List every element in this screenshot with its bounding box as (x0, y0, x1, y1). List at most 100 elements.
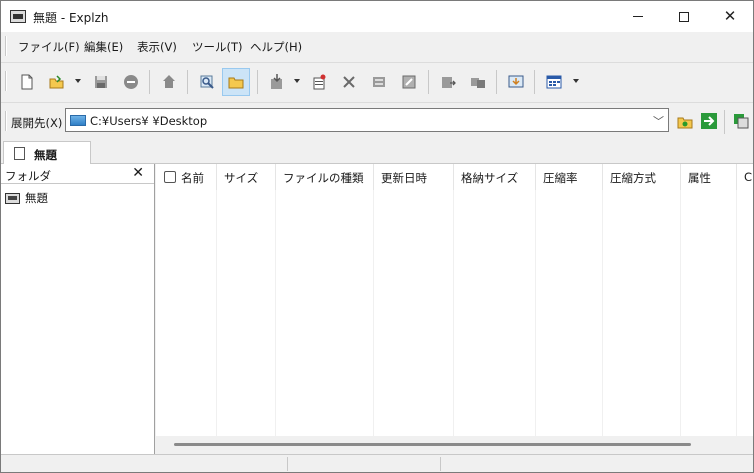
arrow-right-icon (701, 113, 717, 129)
column-header-type[interactable]: ファイルの種類 (276, 164, 374, 190)
add-dropdown[interactable] (294, 79, 300, 83)
app-icon[interactable] (10, 10, 26, 23)
status-separator (440, 457, 441, 471)
split-button[interactable] (434, 68, 462, 96)
column-header-modified[interactable]: 更新日時 (374, 164, 454, 190)
menu-bar: ファイル(F) 編集(E) 表示(V) ツール(T) ヘルプ(H) (1, 32, 753, 60)
repair-icon (402, 75, 416, 89)
column-header-name[interactable]: 名前 (156, 164, 217, 190)
menu-tools[interactable]: ツール(T) (192, 39, 243, 55)
column-header-size[interactable]: サイズ (217, 164, 276, 190)
open-icon (49, 75, 64, 89)
column-header-crc[interactable]: C (737, 164, 753, 190)
view-mode-icon (546, 75, 562, 89)
extract-to-icon (734, 114, 749, 129)
menu-edit[interactable]: 編集(E) (84, 39, 123, 55)
chevron-down-icon[interactable]: ﹀ (653, 113, 664, 129)
go-button[interactable] (695, 107, 723, 135)
new-file-button[interactable] (305, 68, 333, 96)
convert-button[interactable] (365, 68, 393, 96)
new-file-icon (313, 74, 326, 90)
close-icon: ✕ (723, 7, 737, 25)
open-button[interactable] (43, 68, 71, 96)
new-archive-button[interactable] (13, 68, 41, 96)
add-icon (271, 74, 282, 89)
view-mode-button[interactable] (540, 68, 568, 96)
add-files-button[interactable] (263, 68, 291, 96)
maximize-icon (679, 11, 689, 22)
title-bar[interactable]: 無題 - Explzh ✕ (1, 1, 753, 32)
view-icon (200, 75, 214, 89)
address-label: 展開先(X) (11, 116, 63, 130)
tab-label: 無題 (34, 148, 57, 162)
view-button[interactable] (193, 68, 221, 96)
toolbar-separator (428, 70, 429, 94)
minimize-icon (633, 16, 643, 17)
convert-icon (373, 77, 385, 87)
menu-help[interactable]: ヘルプ(H) (250, 39, 302, 55)
main-window: 無題 - Explzh ✕ ファイル(F) 編集(E) 表示(V) ツール(T)… (0, 0, 754, 473)
repair-button[interactable] (395, 68, 423, 96)
folder-icon (228, 77, 244, 89)
delete-button[interactable] (335, 68, 363, 96)
column-divider (680, 190, 681, 436)
tab-row: 無題 (1, 138, 753, 165)
sfx-button[interactable] (502, 68, 530, 96)
tree-item-root[interactable]: 無題 (5, 190, 48, 206)
horizontal-scrollbar[interactable] (156, 436, 753, 454)
column-divider (602, 190, 603, 436)
column-divider (216, 190, 217, 436)
column-header-attributes[interactable]: 属性 (681, 164, 737, 190)
column-divider (275, 190, 276, 436)
status-separator (287, 457, 288, 471)
test-icon (124, 75, 138, 89)
toolbar-separator (534, 70, 535, 94)
menu-view[interactable]: 表示(V) (137, 39, 177, 55)
extract-button[interactable] (155, 68, 183, 96)
column-divider (736, 190, 737, 436)
column-header-ratio[interactable]: 圧縮率 (536, 164, 603, 190)
close-icon[interactable]: ✕ (132, 165, 144, 181)
menu-file[interactable]: ファイル(F) (18, 39, 80, 55)
toolbar-separator (496, 70, 497, 94)
column-header-method[interactable]: 圧縮方式 (603, 164, 681, 190)
view-mode-dropdown[interactable] (573, 79, 579, 83)
address-separator (724, 110, 725, 134)
extract-to-button[interactable] (727, 107, 753, 135)
address-combo[interactable]: C:¥Users¥ ¥Desktop ﹀ (65, 108, 669, 132)
menu-grip[interactable] (5, 36, 7, 56)
folder-view-button[interactable] (222, 68, 250, 96)
tab-untitled[interactable]: 無題 (3, 141, 91, 165)
document-icon (14, 147, 25, 160)
toolbar-separator (187, 70, 188, 94)
folder-panel: フォルダ ✕ 無題 (1, 164, 155, 454)
toolbar-separator (257, 70, 258, 94)
file-list[interactable]: 名前 サイズ ファイルの種類 更新日時 格納サイズ 圧縮率 圧縮方式 属性 C (156, 164, 753, 454)
maximize-button[interactable] (661, 1, 707, 32)
test-button[interactable] (117, 68, 145, 96)
address-bar: 展開先(X) C:¥Users¥ ¥Desktop ﹀ (1, 102, 753, 138)
join-icon (471, 78, 485, 88)
split-icon (442, 77, 456, 88)
address-grip[interactable] (5, 111, 7, 131)
drive-icon (70, 115, 86, 126)
sfx-icon (508, 75, 524, 88)
archive-icon (5, 192, 20, 204)
toolbar-grip[interactable] (5, 71, 7, 91)
browse-folder-icon (677, 117, 693, 129)
toolbar-separator (149, 70, 150, 94)
new-archive-icon (21, 74, 33, 90)
window-title: 無題 - Explzh (33, 11, 109, 25)
join-button[interactable] (464, 68, 492, 96)
save-button[interactable] (87, 68, 115, 96)
extract-icon (163, 75, 175, 88)
close-button[interactable]: ✕ (707, 1, 753, 32)
address-path[interactable]: C:¥Users¥ ¥Desktop (90, 114, 207, 128)
column-divider (453, 190, 454, 436)
tree-item-label: 無題 (25, 191, 48, 205)
scrollbar-thumb[interactable] (174, 443, 691, 446)
select-all-checkbox[interactable] (164, 171, 176, 183)
minimize-button[interactable] (615, 1, 661, 32)
open-dropdown[interactable] (75, 79, 81, 83)
column-header-packed-size[interactable]: 格納サイズ (454, 164, 536, 190)
